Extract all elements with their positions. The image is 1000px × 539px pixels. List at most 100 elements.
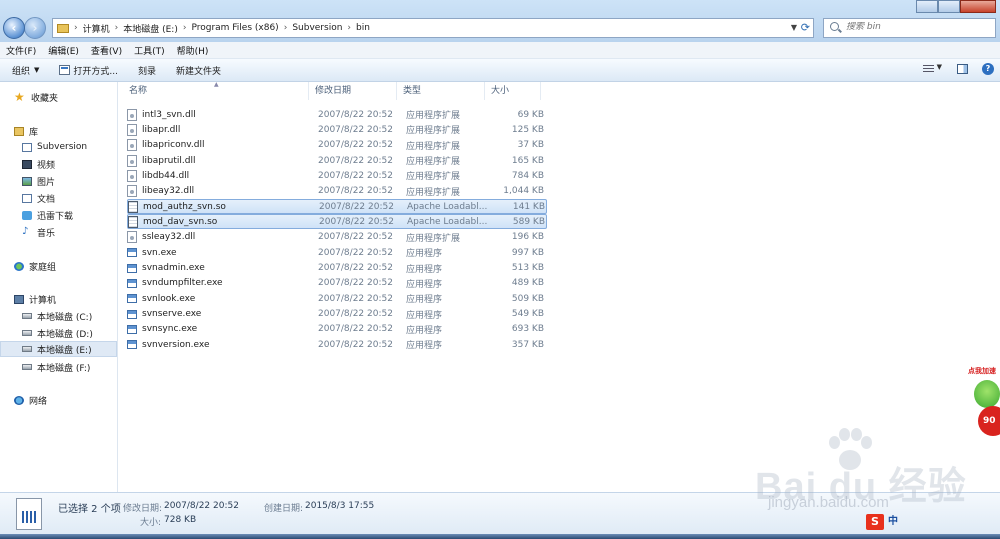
menu-tools[interactable]: 工具(T) [134,44,165,57]
breadcrumb-bin[interactable]: bin [352,23,374,33]
nav-libraries[interactable]: 库 [14,123,114,139]
file-name: mod_dav_svn.so [143,216,218,227]
organize-label: 组织 [12,66,31,77]
menu-view[interactable]: 查看(V) [91,44,122,57]
created-value: 2015/8/3 17:55 [305,501,375,511]
ime-mode[interactable]: 中 [888,514,898,530]
so-icon [128,215,138,228]
file-size: 784 KB [511,170,544,181]
nav-homegroup[interactable]: 家庭组 [14,258,114,274]
nav-computer[interactable]: 计算机 [14,291,114,307]
maximize-button[interactable] [938,0,960,13]
search-box[interactable] [823,18,996,38]
file-row[interactable]: mod_authz_svn.so 2007/8/22 20:52 Apache Lo… [127,199,547,215]
frog-mascot-icon[interactable] [974,380,1000,408]
menu-help[interactable]: 帮助(H) [177,44,209,57]
refresh-icon[interactable]: ⟳ [801,21,810,34]
file-row[interactable]: svnversion.exe 2007/8/22 20:52 应用程序 357 KB [127,337,547,352]
address-history-dropdown-icon[interactable]: ▼ [791,23,797,32]
nav-lib-subversion[interactable]: Subversion [22,139,116,155]
breadcrumb-computer[interactable]: 计算机 [79,22,114,35]
file-type: 应用程序 [406,249,443,260]
sort-indicator-icon: ▲ [214,81,219,88]
breadcrumb-program-files[interactable]: Program Files (x86) [187,23,282,33]
menu-edit[interactable]: 编辑(E) [48,44,79,57]
file-row[interactable]: mod_dav_svn.so 2007/8/22 20:52 Apache Load… [127,214,547,230]
file-row[interactable]: svndumpfilter.exe 2007/8/22 20:52 应用程序 489 … [127,276,547,291]
breadcrumb-subversion[interactable]: Subversion [288,23,346,33]
file-modified: 2007/8/22 20:52 [318,155,393,166]
file-size: 37 KB [517,140,544,151]
file-name: libeay32.dll [142,186,195,197]
file-row[interactable]: intl3_svn.dll 2007/8/22 20:52 应用程序扩展 69 KB [127,107,547,122]
file-row[interactable]: svnadmin.exe 2007/8/22 20:52 应用程序 513 KB [127,261,547,276]
file-row[interactable]: ssleay32.dll 2007/8/22 20:52 应用程序扩展 196 KB [127,230,547,245]
nav-label: 图片 [37,177,56,188]
nav-drive-f[interactable]: 本地磁盘 (F:) [22,359,116,375]
file-modified: 2007/8/22 20:52 [319,201,394,212]
file-modified: 2007/8/22 20:52 [318,140,393,151]
file-size: 357 KB [511,339,544,350]
file-row[interactable]: svnserve.exe 2007/8/22 20:52 应用程序 549 KB [127,307,547,322]
sogou-ime-icon[interactable]: S [866,514,884,530]
nav-lib-pictures[interactable]: 图片 [22,173,116,189]
star-icon: ★ [14,90,25,104]
open-with-button[interactable]: 打开方式... [59,64,118,77]
file-name: svnsync.exe [142,324,198,335]
file-name: libdb44.dll [142,170,190,181]
speedup-widget[interactable]: 点我加速 90 [964,366,1000,438]
menu-file[interactable]: 文件(F) [6,44,36,57]
nav-lib-thunder-downloads[interactable]: 迅雷下载 [22,207,116,223]
nav-network[interactable]: 网络 [14,392,114,408]
speedup-value[interactable]: 90 [978,406,1000,436]
nav-favorites[interactable]: ★ 收藏夹 [14,89,114,105]
nav-lib-music[interactable]: ♪ 音乐 [22,224,116,240]
column-type[interactable]: 类型 [397,82,485,100]
help-icon[interactable]: ? [982,63,994,75]
change-view-icon[interactable] [923,65,934,74]
search-input[interactable] [846,22,986,32]
file-name: svnserve.exe [142,309,202,320]
column-size[interactable]: 大小 [485,82,541,100]
file-row[interactable]: libapriconv.dll 2007/8/22 20:52 应用程序扩展 37 K… [127,138,547,153]
file-size: 141 KB [512,201,545,212]
file-row[interactable]: libeay32.dll 2007/8/22 20:52 应用程序扩展 1,044 K… [127,184,547,199]
back-button[interactable]: ‹ [3,17,25,39]
file-name: svnlook.exe [142,293,196,304]
burn-button[interactable]: 刻录 [138,64,156,77]
minimize-button[interactable] [916,0,938,13]
preview-pane-icon[interactable] [957,64,968,74]
breadcrumb-drive-e[interactable]: 本地磁盘 (E:) [119,22,182,35]
file-size: 125 KB [511,124,544,135]
file-modified: 2007/8/22 20:52 [318,124,393,135]
nav-drive-d[interactable]: 本地磁盘 (D:) [22,325,116,341]
nav-drive-e[interactable]: 本地磁盘 (E:) [0,341,117,357]
exe-icon [127,278,137,288]
column-modified[interactable]: 修改日期 [309,82,397,100]
file-row[interactable]: libapr.dll 2007/8/22 20:52 应用程序扩展 125 KB [127,122,547,137]
file-size: 509 KB [511,293,544,304]
file-row[interactable]: libaprutil.dll 2007/8/22 20:52 应用程序扩展 165 K… [127,153,547,168]
organize-button[interactable]: 组织 ▼ [12,64,39,77]
view-chevron-down-icon[interactable]: ▼ [937,63,942,71]
new-folder-button[interactable]: 新建文件夹 [176,64,221,77]
forward-button[interactable]: › [24,17,46,39]
file-row[interactable]: svn.exe 2007/8/22 20:52 应用程序 997 KB [127,245,547,260]
nav-lib-documents[interactable]: 文档 [22,190,116,206]
file-type: 应用程序 [406,279,443,290]
ime-indicator[interactable]: S 中 [866,514,904,530]
nav-lib-videos[interactable]: 视频 [22,156,116,172]
speedup-label[interactable]: 点我加速 [968,366,996,376]
file-row[interactable]: svnlook.exe 2007/8/22 20:52 应用程序 509 KB [127,291,547,306]
file-size: 489 KB [511,278,544,289]
file-row[interactable]: libdb44.dll 2007/8/22 20:52 应用程序扩展 784 KB [127,168,547,183]
nav-label: 音乐 [37,228,56,239]
selected-file-icon [16,498,42,530]
nav-drive-c[interactable]: 本地磁盘 (C:) [22,308,116,324]
nav-label: 本地磁盘 (E:) [37,345,92,356]
close-button[interactable] [960,0,996,13]
address-bar[interactable]: › 计算机 › 本地磁盘 (E:) › Program Files (x86) … [52,18,814,38]
burn-label: 刻录 [138,66,157,77]
file-size: 69 KB [517,109,544,120]
file-row[interactable]: svnsync.exe 2007/8/22 20:52 应用程序 693 KB [127,322,547,337]
